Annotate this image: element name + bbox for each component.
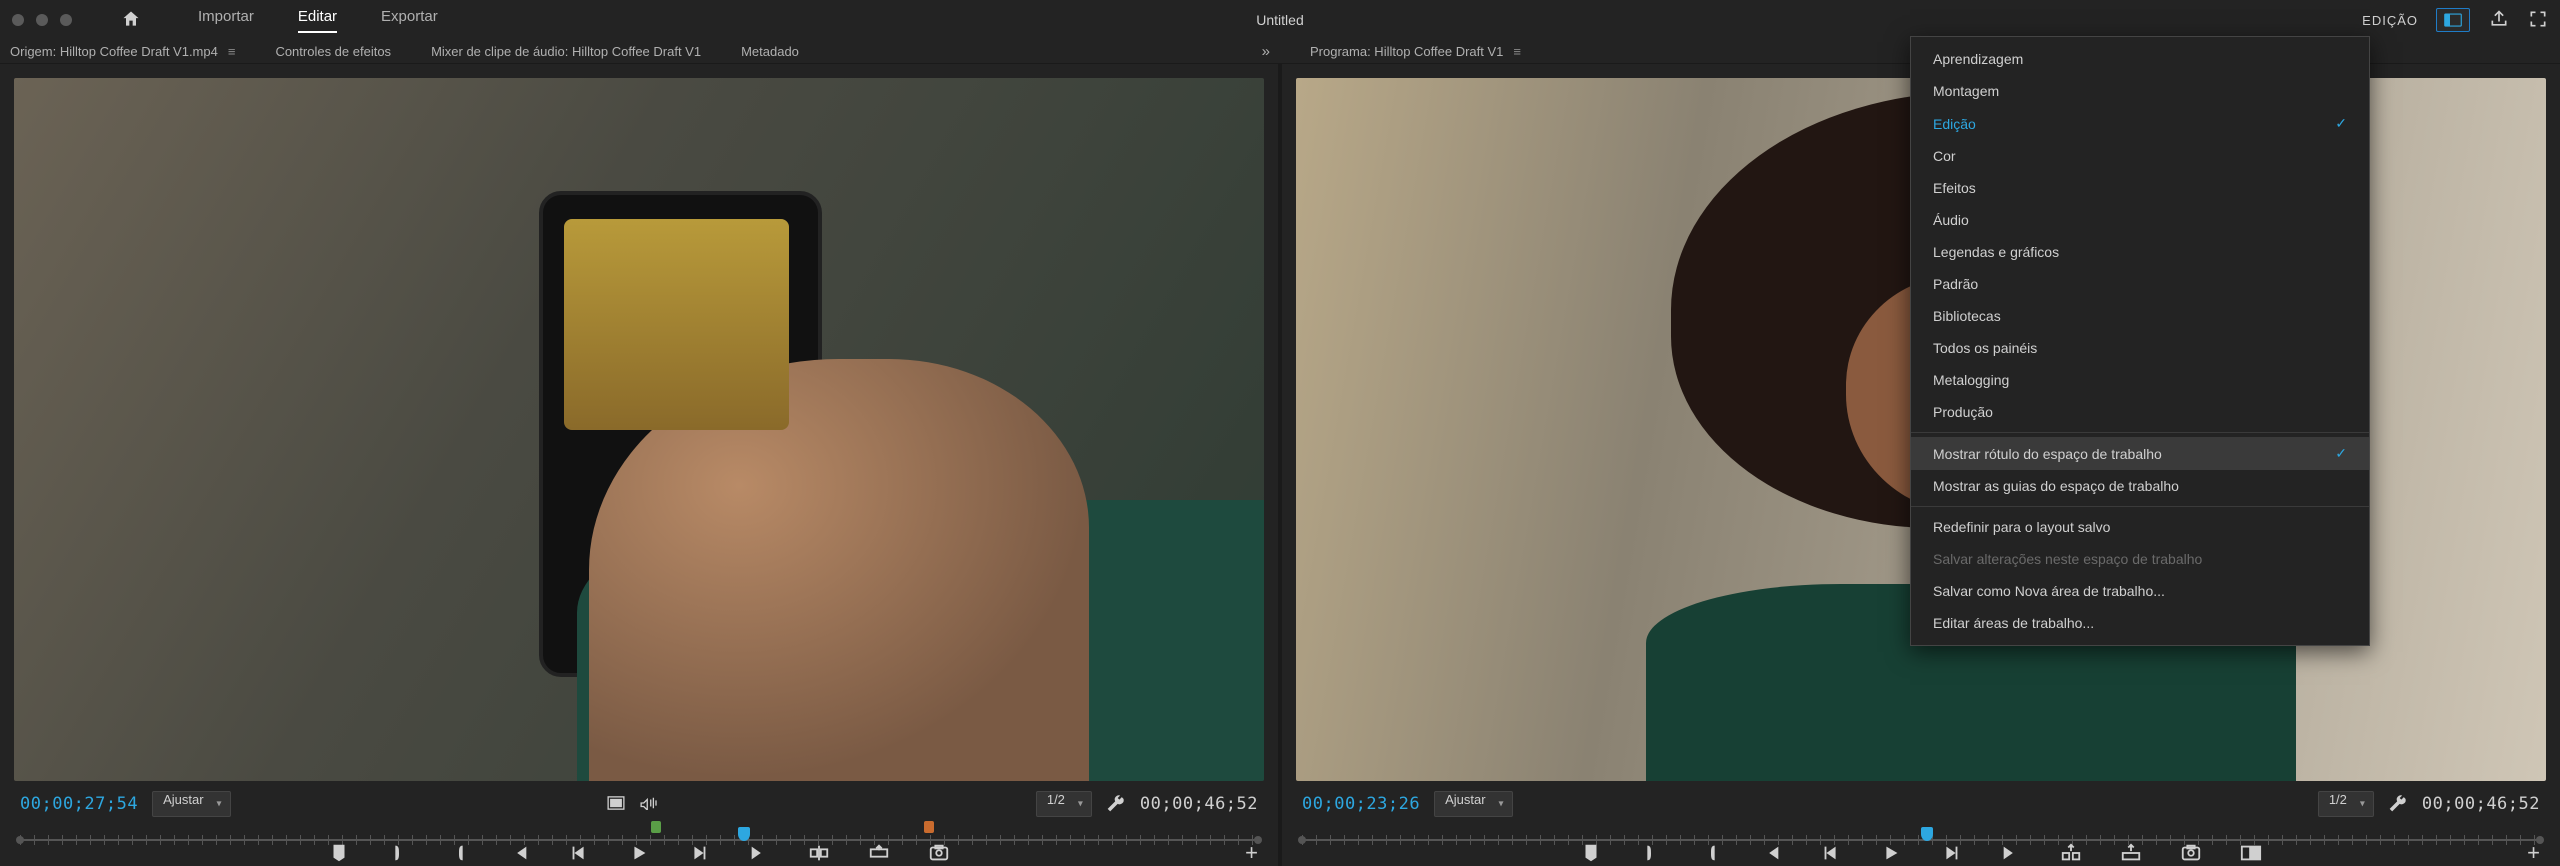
window-minimize-dot[interactable] bbox=[36, 14, 48, 26]
source-transport: + bbox=[0, 840, 1278, 866]
go-to-out-button[interactable] bbox=[2000, 842, 2022, 864]
ws-item-production[interactable]: Produção bbox=[1911, 396, 2369, 428]
tab-source-label: Origem: Hilltop Coffee Draft V1.mp4 bbox=[10, 44, 218, 59]
ws-item-captions[interactable]: Legendas e gráficos bbox=[1911, 236, 2369, 268]
quick-export-icon[interactable] bbox=[2488, 9, 2510, 32]
ws-item-default[interactable]: Padrão bbox=[1911, 268, 2369, 300]
step-forward-button[interactable] bbox=[688, 842, 710, 864]
ws-item-color[interactable]: Cor bbox=[1911, 140, 2369, 172]
program-transport: + bbox=[1282, 840, 2560, 866]
out-point-marker[interactable] bbox=[924, 821, 934, 833]
drag-audio-only-icon[interactable] bbox=[639, 796, 659, 813]
button-editor-add[interactable]: + bbox=[1245, 840, 1258, 866]
program-mini-timeline[interactable] bbox=[1302, 821, 2540, 840]
tab-source-monitor[interactable]: Origem: Hilltop Coffee Draft V1.mp4 ≡ bbox=[10, 44, 235, 59]
mark-out-button[interactable] bbox=[1700, 842, 1722, 864]
ws-item-learning[interactable]: Aprendizagem bbox=[1911, 43, 2369, 75]
program-duration-timecode: 00;00;46;52 bbox=[2422, 794, 2540, 814]
window-close-dot[interactable] bbox=[12, 14, 24, 26]
mark-out-button[interactable] bbox=[448, 842, 470, 864]
window-controls bbox=[12, 14, 72, 26]
source-duration-timecode: 00;00;46;52 bbox=[1140, 794, 1258, 814]
go-to-in-button[interactable] bbox=[508, 842, 530, 864]
ws-item-effects[interactable]: Efeitos bbox=[1911, 172, 2369, 204]
workspace-menu: Aprendizagem Montagem Edição✓ Cor Efeito… bbox=[1910, 36, 2370, 646]
add-marker-button[interactable] bbox=[1580, 842, 1602, 864]
program-settings-icon[interactable] bbox=[2388, 793, 2408, 816]
source-zoom-select[interactable]: Ajustar▾ bbox=[152, 791, 230, 817]
tab-audio-clip-mixer[interactable]: Mixer de clipe de áudio: Hilltop Coffee … bbox=[431, 44, 701, 59]
ws-reset-layout[interactable]: Redefinir para o layout salvo bbox=[1911, 511, 2369, 543]
play-button[interactable] bbox=[628, 842, 650, 864]
source-resolution-select[interactable]: 1/2▾ bbox=[1036, 791, 1092, 817]
tab-program-label: Programa: Hilltop Coffee Draft V1 bbox=[1310, 44, 1503, 59]
check-icon: ✓ bbox=[2335, 115, 2347, 132]
tab-export[interactable]: Exportar bbox=[381, 8, 438, 33]
panel-menu-icon[interactable]: ≡ bbox=[1513, 44, 1521, 59]
source-mini-timeline[interactable] bbox=[20, 821, 1258, 840]
comparison-view-button[interactable] bbox=[2240, 842, 2262, 864]
tab-program-monitor[interactable]: Programa: Hilltop Coffee Draft V1 ≡ bbox=[1310, 44, 1521, 59]
project-title: Untitled bbox=[1256, 12, 1303, 28]
source-monitor: 00;00;27;54 Ajustar▾ 1/2▾ 00;00;46;52 bbox=[0, 64, 1278, 866]
mark-in-button[interactable] bbox=[388, 842, 410, 864]
top-bar: Importar Editar Exportar Untitled EDIÇÃO bbox=[0, 0, 2560, 40]
window-zoom-dot[interactable] bbox=[60, 14, 72, 26]
source-current-timecode[interactable]: 00;00;27;54 bbox=[20, 794, 138, 814]
extract-button[interactable] bbox=[2120, 842, 2142, 864]
play-button[interactable] bbox=[1880, 842, 1902, 864]
in-point-marker[interactable] bbox=[651, 821, 661, 833]
step-back-button[interactable] bbox=[1820, 842, 1842, 864]
ws-item-assembly[interactable]: Montagem bbox=[1911, 75, 2369, 107]
drag-video-only-icon[interactable] bbox=[607, 796, 625, 813]
program-resolution-select[interactable]: 1/2▾ bbox=[2318, 791, 2374, 817]
tab-metadata[interactable]: Metadado bbox=[741, 44, 799, 59]
ws-item-audio[interactable]: Áudio bbox=[1911, 204, 2369, 236]
workspace-label: EDIÇÃO bbox=[2362, 13, 2418, 28]
insert-button[interactable] bbox=[808, 842, 830, 864]
source-marker-bar bbox=[0, 64, 1278, 72]
main-tabs: Importar Editar Exportar bbox=[198, 8, 438, 33]
ws-edit-workspaces[interactable]: Editar áreas de trabalho... bbox=[1911, 607, 2369, 639]
workspace-switcher-button[interactable] bbox=[2436, 8, 2470, 32]
go-to-in-button[interactable] bbox=[1760, 842, 1782, 864]
tab-effect-controls[interactable]: Controles de efeitos bbox=[275, 44, 391, 59]
panel-menu-icon[interactable]: ≡ bbox=[228, 44, 236, 59]
lift-button[interactable] bbox=[2060, 842, 2082, 864]
overwrite-button[interactable] bbox=[868, 842, 890, 864]
tabs-overflow-icon[interactable]: » bbox=[1262, 43, 1290, 60]
menu-separator bbox=[1911, 432, 2369, 433]
tab-import[interactable]: Importar bbox=[198, 8, 254, 33]
export-frame-button[interactable] bbox=[2180, 842, 2202, 864]
ws-item-editing[interactable]: Edição✓ bbox=[1911, 107, 2369, 140]
ws-item-metalogging[interactable]: Metalogging bbox=[1911, 364, 2369, 396]
program-current-timecode[interactable]: 00;00;23;26 bbox=[1302, 794, 1420, 814]
menu-separator bbox=[1911, 506, 2369, 507]
source-controls-row: 00;00;27;54 Ajustar▾ 1/2▾ 00;00;46;52 bbox=[0, 787, 1278, 821]
ws-show-tabs-toggle[interactable]: Mostrar as guias do espaço de trabalho bbox=[1911, 470, 2369, 502]
step-back-button[interactable] bbox=[568, 842, 590, 864]
check-icon: ✓ bbox=[2335, 445, 2347, 462]
step-forward-button[interactable] bbox=[1940, 842, 1962, 864]
home-icon[interactable] bbox=[120, 9, 142, 32]
fullscreen-icon[interactable] bbox=[2528, 9, 2548, 32]
program-controls-row: 00;00;23;26 Ajustar▾ 1/2▾ 00;00;46;52 bbox=[1282, 787, 2560, 821]
button-editor-add[interactable]: + bbox=[2527, 840, 2540, 866]
ws-save-as-new[interactable]: Salvar como Nova área de trabalho... bbox=[1911, 575, 2369, 607]
ws-item-all-panels[interactable]: Todos os painéis bbox=[1911, 332, 2369, 364]
source-settings-icon[interactable] bbox=[1106, 793, 1126, 816]
ws-save-changes: Salvar alterações neste espaço de trabal… bbox=[1911, 543, 2369, 575]
ws-item-libraries[interactable]: Bibliotecas bbox=[1911, 300, 2369, 332]
mark-in-button[interactable] bbox=[1640, 842, 1662, 864]
ws-show-label-toggle[interactable]: Mostrar rótulo do espaço de trabalho✓ bbox=[1911, 437, 2369, 470]
source-video-frame[interactable] bbox=[14, 78, 1264, 781]
program-zoom-select[interactable]: Ajustar▾ bbox=[1434, 791, 1512, 817]
export-frame-button[interactable] bbox=[928, 842, 950, 864]
go-to-out-button[interactable] bbox=[748, 842, 770, 864]
tab-edit[interactable]: Editar bbox=[298, 8, 337, 33]
add-marker-button[interactable] bbox=[328, 842, 350, 864]
